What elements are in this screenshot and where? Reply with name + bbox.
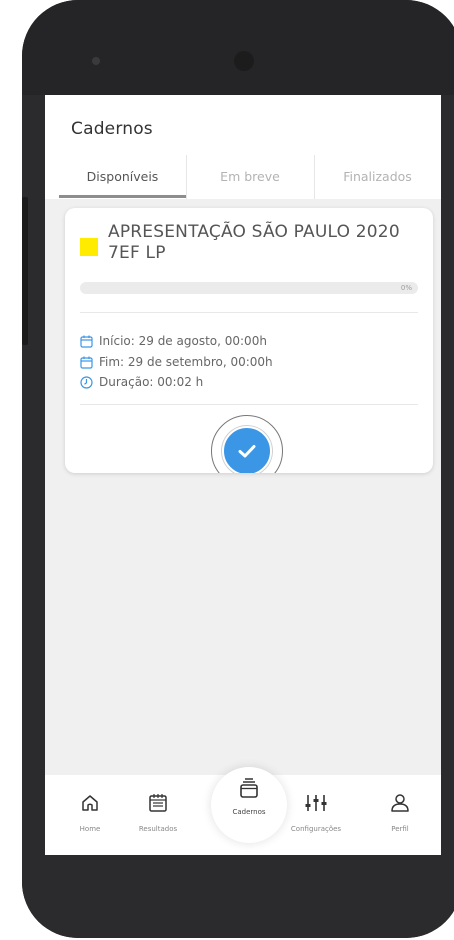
user-icon xyxy=(391,794,409,812)
calendar-icon xyxy=(80,335,93,348)
nav-home-label: Home xyxy=(79,825,101,833)
nav-resultados[interactable]: Resultados xyxy=(123,775,193,855)
nav-cadernos[interactable]: Cadernos xyxy=(211,767,287,843)
notebook-title: APRESENTAÇÃO SÃO PAULO 2020 7EF LP xyxy=(108,222,400,264)
front-camera xyxy=(234,51,254,71)
start-date-row: Início: 29 de agosto, 00:00h xyxy=(80,333,267,349)
end-date-label: Fim: 29 de setembro, 00:00h xyxy=(99,355,273,369)
end-date-row: Fim: 29 de setembro, 00:00h xyxy=(80,354,273,370)
calendar-icon xyxy=(149,794,167,812)
tab-disponiveis[interactable]: Disponíveis xyxy=(59,155,186,199)
divider xyxy=(80,312,418,313)
notebook-title-line2: 7EF LP xyxy=(108,243,166,263)
nav-home[interactable]: Home xyxy=(65,775,115,855)
phone-side-button xyxy=(22,197,28,345)
duration-row: Duração: 00:02 h xyxy=(80,374,203,390)
app-screen: Cadernos Disponíveis Em breve Finalizado… xyxy=(45,95,441,855)
nav-resultados-label: Resultados xyxy=(138,825,178,833)
notebooks-icon xyxy=(240,778,258,798)
phone-top-bezel xyxy=(22,0,454,95)
nav-perfil[interactable]: Perfil xyxy=(375,775,425,855)
header: Cadernos xyxy=(45,95,441,155)
calendar-icon xyxy=(80,356,93,369)
sensor-dot xyxy=(92,57,100,65)
check-circle-icon xyxy=(222,426,272,473)
divider xyxy=(80,404,418,405)
tab-finalizados[interactable]: Finalizados xyxy=(314,155,441,199)
start-date-label: Início: 29 de agosto, 00:00h xyxy=(99,334,267,348)
notebook-color-marker xyxy=(80,238,98,256)
nav-configuracoes[interactable]: Configurações xyxy=(277,775,355,855)
nav-perfil-label: Perfil xyxy=(391,825,409,833)
notebook-title-line1: APRESENTAÇÃO SÃO PAULO 2020 xyxy=(108,222,400,242)
progress-label: 0% xyxy=(400,284,412,292)
nav-cadernos-item: Cadernos xyxy=(211,767,287,843)
progress-bar: 0% xyxy=(80,282,418,294)
active-tab-indicator xyxy=(59,195,186,198)
notebook-card[interactable]: APRESENTAÇÃO SÃO PAULO 2020 7EF LP 0% In… xyxy=(65,208,433,473)
open-notebook-button[interactable] xyxy=(211,415,283,473)
page-title: Cadernos xyxy=(71,119,153,139)
nav-configuracoes-label: Configurações xyxy=(290,825,342,833)
duration-label: Duração: 00:02 h xyxy=(99,375,204,389)
nav-cadernos-label: Cadernos xyxy=(232,808,266,816)
home-icon xyxy=(82,795,98,811)
tab-bar: Disponíveis Em breve Finalizados xyxy=(45,155,441,199)
phone-bottom-bezel xyxy=(22,855,454,938)
tab-em-breve[interactable]: Em breve xyxy=(186,155,314,199)
sliders-icon xyxy=(305,795,327,811)
clock-icon xyxy=(80,375,93,389)
